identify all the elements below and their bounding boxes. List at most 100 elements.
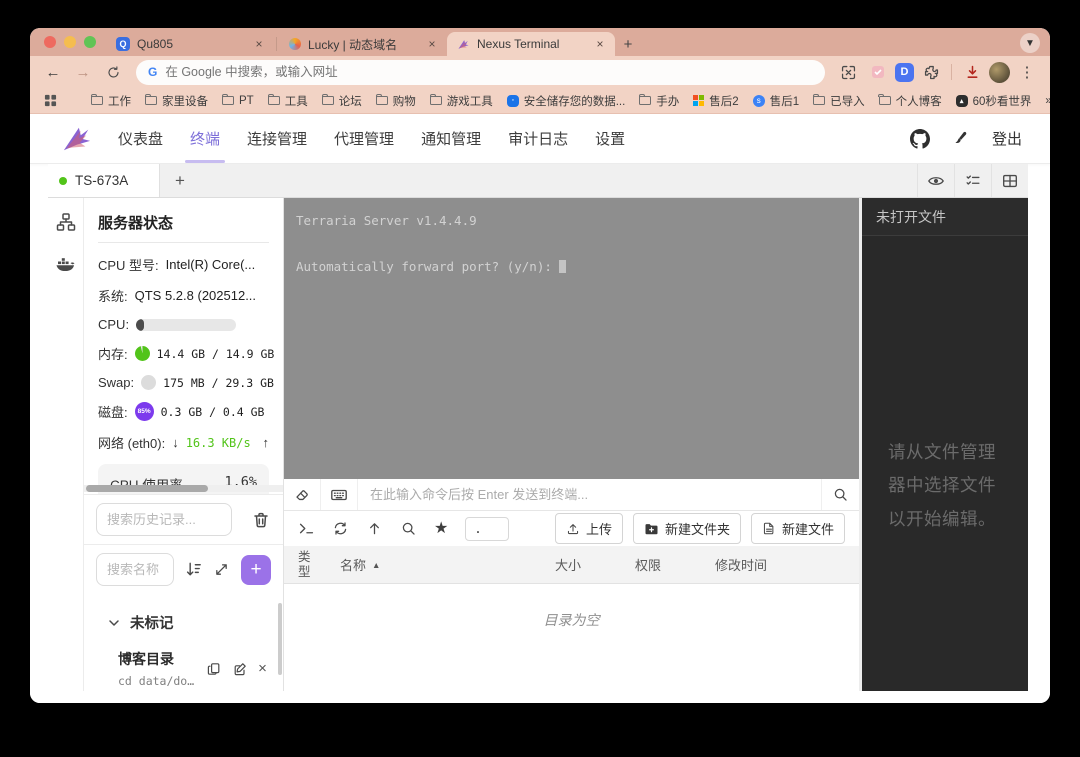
column-mtime[interactable]: 修改时间 — [715, 555, 845, 574]
browser-menu-icon[interactable]: ⋮ — [1014, 59, 1040, 85]
group-header-untagged[interactable]: 未标记 — [84, 594, 283, 639]
minimize-window-button[interactable] — [64, 36, 76, 48]
bookmark-folder[interactable]: 已导入 — [813, 93, 865, 109]
nav-item-terminal[interactable]: 终端 — [190, 114, 220, 163]
extensions-puzzle-icon[interactable] — [918, 59, 944, 85]
capture-icon[interactable] — [835, 59, 861, 85]
vertical-scrollbar[interactable] — [278, 603, 282, 675]
close-tab-icon[interactable]: × — [593, 37, 607, 51]
new-folder-button[interactable]: 新建文件夹 — [633, 513, 741, 544]
close-tab-icon[interactable]: × — [252, 37, 266, 51]
tab-search-button[interactable]: ▼ — [1020, 33, 1040, 53]
bookmark-site[interactable]: ◦安全储存您的数据... — [507, 93, 626, 109]
add-session-button[interactable]: + — [160, 164, 200, 197]
apps-grid-icon[interactable] — [44, 88, 57, 114]
task-list-button[interactable] — [954, 164, 991, 197]
group-label: 未标记 — [130, 612, 174, 633]
github-icon[interactable] — [910, 129, 930, 149]
bookmark-folder[interactable]: 家里设备 — [145, 93, 208, 109]
bookmark-folder[interactable]: PT — [222, 95, 254, 107]
nav-item-dashboard[interactable]: 仪表盘 — [118, 114, 163, 163]
browser-tab-lucky[interactable]: Lucky | 动态域名 × — [279, 32, 447, 56]
horizontal-scrollbar[interactable] — [84, 485, 283, 492]
bookmark-folder[interactable]: 工具 — [268, 93, 308, 109]
terminal-prompt-icon[interactable] — [298, 520, 315, 537]
theme-brush-icon[interactable] — [952, 130, 970, 148]
bookmark-folder[interactable]: 游戏工具 — [430, 93, 493, 109]
download-icon[interactable] — [959, 59, 985, 85]
nav-item-audit-log[interactable]: 审计日志 — [508, 114, 568, 163]
up-directory-icon[interactable] — [366, 520, 383, 537]
new-tab-button[interactable]: + — [615, 32, 641, 56]
delete-item-icon[interactable]: × — [258, 660, 267, 677]
session-tab-ts673a[interactable]: TS-673A — [48, 164, 160, 197]
bookmark-folder[interactable]: 个人博客 — [879, 93, 942, 109]
new-file-button[interactable]: 新建文件 — [751, 513, 845, 544]
command-input[interactable] — [358, 479, 821, 510]
close-tab-icon[interactable]: × — [425, 37, 439, 51]
profile-avatar[interactable] — [989, 62, 1010, 83]
command-search-button[interactable] — [821, 479, 859, 510]
column-type[interactable]: 类型 — [298, 550, 322, 580]
close-window-button[interactable] — [44, 36, 56, 48]
bookmark-site[interactable]: 售后2 — [693, 93, 738, 109]
browser-tab-qu805[interactable]: Q Qu805 × — [106, 32, 274, 56]
bookmarks-overflow-button[interactable]: » — [1045, 95, 1050, 107]
keyboard-icon — [330, 486, 348, 504]
terminal-output[interactable]: Terraria Server v1.4.4.9 Automatically f… — [284, 198, 859, 479]
logout-button[interactable]: 登出 — [992, 128, 1022, 149]
pink-extension-icon[interactable] — [865, 59, 891, 85]
editor-panel: 未打开文件 请从文件管理器中选择文件以开始编辑。 — [862, 198, 1028, 691]
reload-button[interactable] — [100, 59, 126, 85]
name-search-input[interactable] — [96, 553, 174, 586]
docker-icon[interactable] — [55, 254, 77, 274]
browser-tab-nexus-terminal[interactable]: Nexus Terminal × — [447, 32, 615, 56]
copy-icon[interactable] — [206, 661, 222, 677]
eye-icon — [927, 172, 945, 190]
edit-icon[interactable] — [232, 661, 248, 677]
blue-extension-icon[interactable]: D — [895, 63, 914, 82]
bookmark-folder[interactable]: 手办 — [639, 93, 679, 109]
column-permissions[interactable]: 权限 — [635, 555, 715, 574]
nav-item-settings[interactable]: 设置 — [595, 114, 625, 163]
file-search-icon[interactable] — [400, 520, 417, 537]
scrollbar-thumb[interactable] — [86, 485, 208, 492]
swap-label: Swap: — [98, 375, 134, 390]
bookmark-folder[interactable]: 工作 — [91, 93, 131, 109]
bookmark-folder[interactable]: 论坛 — [322, 93, 362, 109]
sitemap-icon[interactable] — [56, 212, 76, 232]
add-command-button[interactable]: + — [241, 555, 271, 585]
layout-grid-button[interactable] — [991, 164, 1028, 197]
bookmark-site[interactable]: ▴60秒看世界 — [956, 93, 1032, 109]
nexus-terminal-page: 仪表盘 终端 连接管理 代理管理 通知管理 审计日志 设置 登出 TS-673A — [30, 114, 1050, 703]
forward-button[interactable]: → — [70, 59, 96, 85]
expand-button[interactable] — [213, 561, 230, 578]
cpu-label: CPU: — [98, 317, 129, 332]
nav-item-connections[interactable]: 连接管理 — [247, 114, 307, 163]
maximize-window-button[interactable] — [84, 36, 96, 48]
sort-button[interactable] — [184, 560, 203, 579]
nav-item-notifications[interactable]: 通知管理 — [421, 114, 481, 163]
bookmark-site[interactable]: s售后1 — [753, 93, 799, 109]
history-search-input[interactable] — [96, 503, 232, 536]
nav-item-proxy[interactable]: 代理管理 — [334, 114, 394, 163]
command-list-item[interactable]: 博客目录 cd data/do… × — [84, 639, 283, 691]
memory-label: 内存: — [98, 344, 128, 363]
path-input[interactable] — [465, 517, 509, 541]
checklist-icon — [964, 172, 982, 190]
address-bar[interactable]: G — [136, 60, 825, 85]
address-input[interactable] — [165, 65, 813, 79]
column-size[interactable]: 大小 — [555, 555, 635, 574]
bookmark-folder[interactable]: 购物 — [376, 93, 416, 109]
clear-history-button[interactable] — [251, 510, 271, 530]
folder-icon — [145, 96, 157, 105]
back-button[interactable]: ← — [40, 59, 66, 85]
visibility-toggle-button[interactable] — [917, 164, 954, 197]
upload-button[interactable]: 上传 — [555, 513, 623, 544]
clear-terminal-button[interactable] — [284, 479, 321, 510]
favorite-star-icon[interactable]: ★ — [434, 521, 448, 537]
refresh-icon[interactable] — [332, 520, 349, 537]
tab-separator — [276, 37, 277, 51]
virtual-keyboard-button[interactable] — [321, 479, 358, 510]
column-name[interactable]: 名称▲ — [322, 555, 555, 574]
